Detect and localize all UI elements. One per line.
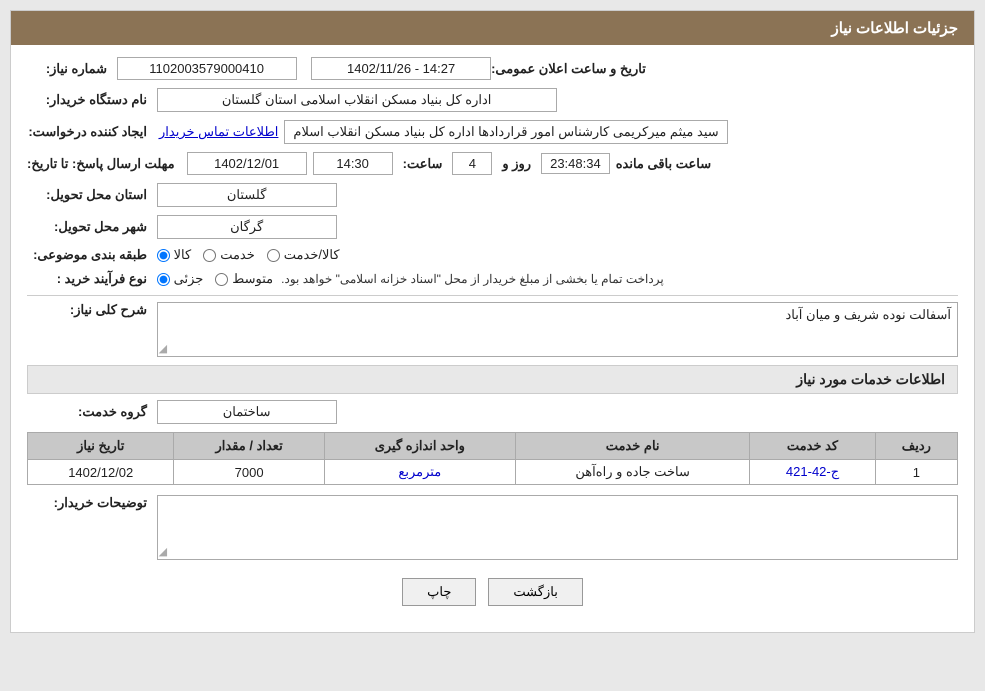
shomara-niaz-value: 1102003579000410 <box>117 57 297 80</box>
tabaqe-option-khedmat[interactable]: خدمت <box>203 247 255 263</box>
ostan-value: گلستان <box>157 183 337 207</box>
cell-unit: مترمربع <box>324 460 515 485</box>
shahr-label: شهر محل تحویل: <box>27 219 147 235</box>
nam-dastgah-label: نام دستگاه خریدار: <box>27 92 147 108</box>
tabaqe-row: کالا/خدمت خدمت کالا طبقه بندی موضوعی: <box>27 247 958 263</box>
tozihat-label: توضیحات خریدار: <box>27 495 147 511</box>
remaining-label: ساعت باقی مانده <box>616 156 711 172</box>
motevaset-radio[interactable] <box>215 273 228 286</box>
resize-corner-2: ◢ <box>159 545 167 558</box>
kala-khedmat-label: کالا/خدمت <box>284 247 340 263</box>
cell-code: ج-42-421 <box>750 460 875 485</box>
motevaset-label: متوسط <box>232 271 273 287</box>
grohe-khedmat-row: ساختمان گروه خدمت: <box>27 400 958 424</box>
sharh-value: آسفالت نوده شریف و میان آباد <box>157 302 958 357</box>
cell-radif: 1 <box>875 460 957 485</box>
saat-label: ساعت: <box>403 156 443 172</box>
shahr-value: گرگان <box>157 215 337 239</box>
table-row: 1ج-42-421ساخت جاده و راه‌آهنمترمربع70001… <box>28 460 958 485</box>
jozei-label: جزئی <box>174 271 204 287</box>
col-quantity: تعداد / مقدار <box>174 433 324 460</box>
shomara-niaz-label: شماره نیاز: <box>27 61 107 77</box>
page-title: جزئیات اطلاعات نیاز <box>11 11 974 45</box>
back-button[interactable]: بازگشت <box>488 578 582 606</box>
date-announce-label: تاریخ و ساعت اعلان عمومی: <box>491 61 646 77</box>
tabaqe-label: طبقه بندی موضوعی: <box>27 247 147 263</box>
nam-dastgah-value: اداره کل بنیاد مسکن انقلاب اسلامی استان … <box>157 88 557 112</box>
tabaqe-option-kala[interactable]: کالا <box>157 247 192 263</box>
sharh-row: آسفالت نوده شریف و میان آباد ◢ شرح کلی ن… <box>27 302 958 357</box>
jozei-radio[interactable] <box>157 273 170 286</box>
shomara-row: تاریخ و ساعت اعلان عمومی: 1402/11/26 - 1… <box>27 57 958 80</box>
noefrayand-option-jozei[interactable]: جزئی <box>157 271 204 287</box>
kala-label: کالا <box>174 247 192 263</box>
service-section-header: اطلاعات خدمات مورد نیاز <box>27 365 958 394</box>
countdown-value: 23:48:34 <box>541 153 610 174</box>
bottom-buttons: بازگشت چاپ <box>27 568 958 620</box>
mohlet-row: ساعت باقی مانده 23:48:34 روز و 4 ساعت: 1… <box>27 152 958 175</box>
ostan-label: استان محل تحویل: <box>27 187 147 203</box>
col-name: نام خدمت <box>515 433 749 460</box>
date-announce-value: 1402/11/26 - 14:27 <box>311 57 491 80</box>
noefrayand-label: نوع فرآیند خرید : <box>27 271 147 287</box>
sharh-label: شرح کلی نیاز: <box>27 302 147 318</box>
grohe-khedmat-label: گروه خدمت: <box>27 404 147 420</box>
khedmat-label: خدمت <box>220 247 255 263</box>
print-button[interactable]: چاپ <box>402 578 476 606</box>
ijad-konande-link[interactable]: اطلاعات تماس خریدار <box>159 124 278 140</box>
cell-date: 1402/12/02 <box>28 460 174 485</box>
col-unit: واحد اندازه گیری <box>324 433 515 460</box>
saat-value: 14:30 <box>313 152 393 175</box>
roz-label: روز و <box>502 156 531 172</box>
mohlet-date-value: 1402/12/01 <box>187 152 307 175</box>
tabaqe-option-kala-khedmat[interactable]: کالا/خدمت <box>267 247 340 263</box>
ijad-konande-value: سید میثم میرکریمی کارشناس امور قراردادها… <box>284 120 727 144</box>
resize-corner: ◢ <box>159 342 167 355</box>
kala-khedmat-radio[interactable] <box>267 249 280 262</box>
col-radif: ردیف <box>875 433 957 460</box>
ijad-konande-row: سید میثم میرکریمی کارشناس امور قراردادها… <box>27 120 958 144</box>
noefrayand-options: متوسط جزئی <box>157 271 274 287</box>
service-table: ردیف کد خدمت نام خدمت واحد اندازه گیری ت… <box>27 432 958 485</box>
noefrayand-option-motevaset[interactable]: متوسط <box>215 271 273 287</box>
tozihat-value <box>157 495 958 560</box>
col-date: تاریخ نیاز <box>28 433 174 460</box>
mohlet-label: مهلت ارسال پاسخ: تا تاریخ: <box>27 156 175 172</box>
khedmat-radio[interactable] <box>203 249 216 262</box>
tozihat-row: ◢ توضیحات خریدار: <box>27 495 958 560</box>
noefrayand-row: پرداخت تمام یا بخشی از مبلغ خریدار از مح… <box>27 271 958 287</box>
cell-name: ساخت جاده و راه‌آهن <box>515 460 749 485</box>
noefrayand-note: پرداخت تمام یا بخشی از مبلغ خریدار از مح… <box>281 272 664 286</box>
shahr-row: گرگان شهر محل تحویل: <box>27 215 958 239</box>
ostan-row: گلستان استان محل تحویل: <box>27 183 958 207</box>
ijad-konande-label: ایجاد کننده درخواست: <box>27 124 147 140</box>
tabaqe-options: کالا/خدمت خدمت کالا <box>157 247 340 263</box>
kala-radio[interactable] <box>157 249 170 262</box>
col-code: کد خدمت <box>750 433 875 460</box>
cell-quantity: 7000 <box>174 460 324 485</box>
grohe-khedmat-value: ساختمان <box>157 400 337 424</box>
nam-dastgah-row: اداره کل بنیاد مسکن انقلاب اسلامی استان … <box>27 88 958 112</box>
roz-value: 4 <box>452 152 492 175</box>
